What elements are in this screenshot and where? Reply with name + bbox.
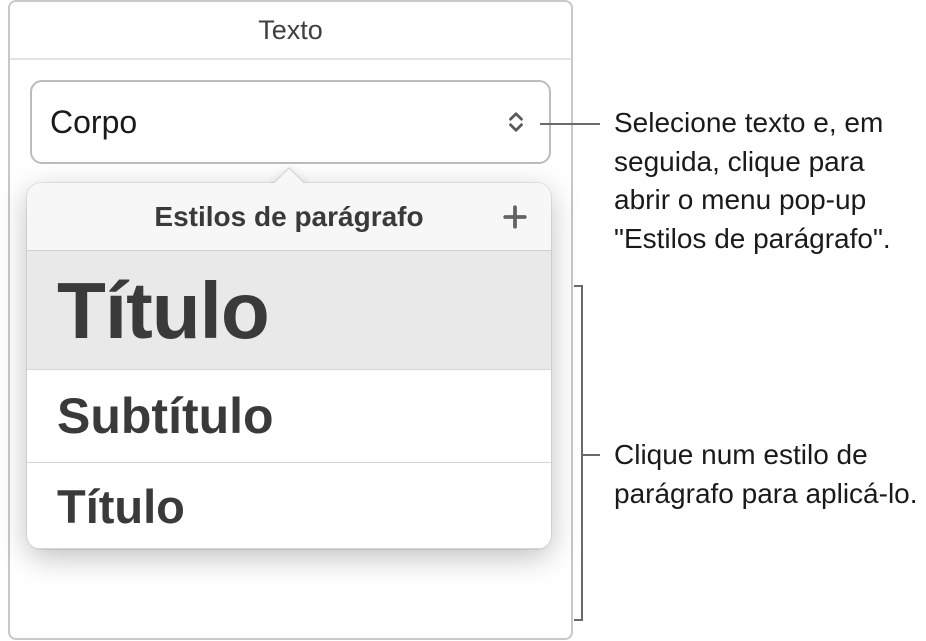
tab-text-label: Texto: [258, 15, 323, 46]
callout-bracket-line: [574, 619, 583, 621]
callout-text: Clique num estilo de parágrafo para apli…: [614, 436, 924, 513]
callout-leader-line: [540, 123, 600, 125]
paragraph-styles-popover: Estilos de parágrafo Título Subtítulo Tí…: [27, 183, 551, 549]
style-item-title[interactable]: Título: [27, 251, 551, 370]
paragraph-style-select[interactable]: Corpo: [30, 80, 551, 164]
style-item-label: Título: [57, 266, 269, 355]
popover-title: Estilos de parágrafo: [154, 201, 423, 233]
add-style-button[interactable]: [499, 201, 531, 233]
paragraph-style-current: Corpo: [50, 104, 137, 141]
chevron-updown-icon: [505, 111, 527, 133]
callout-bracket-line: [583, 454, 600, 456]
tab-text[interactable]: Texto: [10, 2, 571, 60]
plus-icon: [502, 204, 528, 230]
popover-arrow-icon: [269, 165, 309, 185]
callout-bracket-line: [574, 285, 583, 287]
style-item-label: Subtítulo: [57, 388, 274, 444]
style-item-subtitle[interactable]: Subtítulo: [27, 370, 551, 463]
paragraph-style-list: Título Subtítulo Título: [27, 251, 551, 549]
style-item-label: Título: [57, 480, 185, 533]
popover-header: Estilos de parágrafo: [27, 183, 551, 251]
style-item-heading[interactable]: Título: [27, 463, 551, 550]
callout-bracket-line: [581, 285, 583, 621]
callout-text: Selecione texto e, em seguida, clique pa…: [614, 104, 914, 259]
